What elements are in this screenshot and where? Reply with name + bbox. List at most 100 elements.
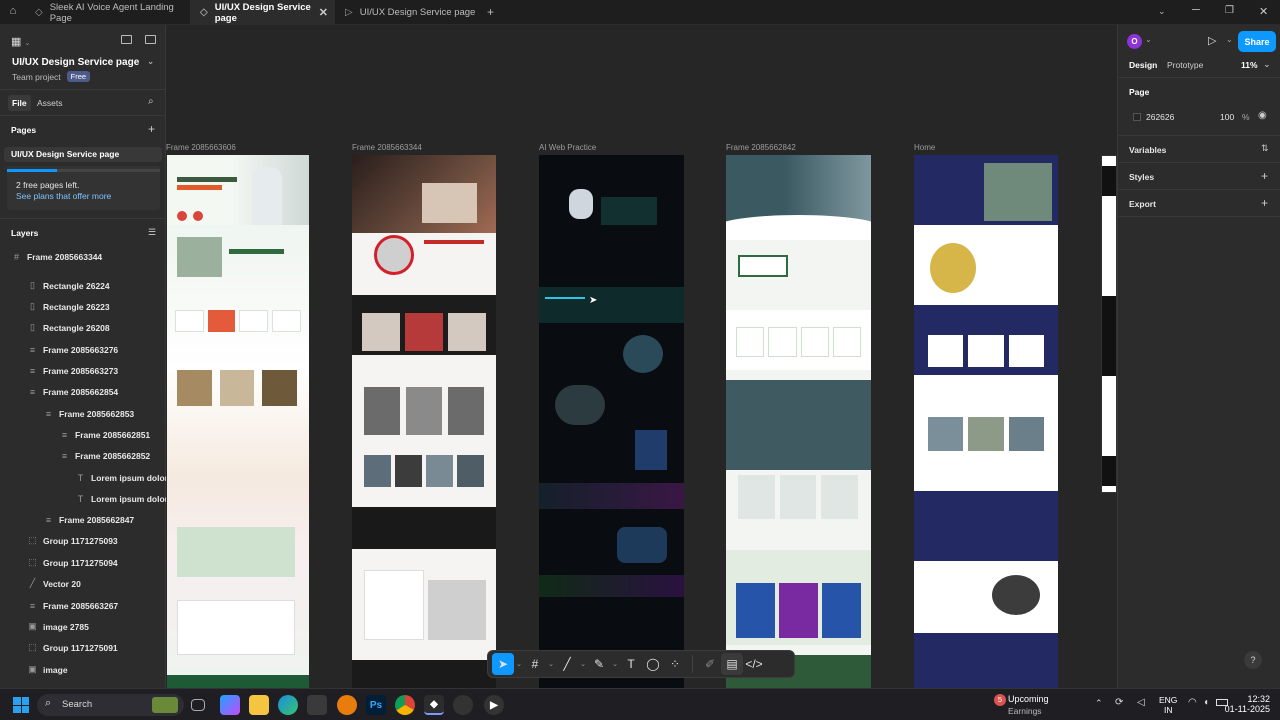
edge-icon[interactable]: [278, 695, 298, 715]
file-explorer-icon[interactable]: [249, 695, 269, 715]
draw-mode-icon[interactable]: ✐: [699, 653, 721, 675]
move-tool-icon[interactable]: ➤: [492, 653, 514, 675]
stock-widget[interactable]: 5 Upcoming Earnings: [990, 692, 1080, 718]
layer-item[interactable]: TLorem ipsum dolor sit: [76, 467, 180, 488]
layer-item[interactable]: ≡Frame 2085663267: [28, 595, 118, 616]
tab-sleek-ai[interactable]: ◇ Sleek AI Voice Agent Landing Page: [25, 0, 190, 25]
add-export-icon[interactable]: +: [1261, 196, 1268, 210]
layer-item[interactable]: #Frame 2085663344: [12, 246, 102, 267]
tab-prototype[interactable]: Prototype: [1167, 60, 1203, 70]
layers-list-icon[interactable]: ☰: [148, 227, 156, 238]
pen-tool-icon[interactable]: ✎: [588, 653, 610, 675]
taskbar-search[interactable]: ⌕ Search: [37, 694, 184, 716]
layer-item[interactable]: ≡Frame 2085662847: [44, 509, 134, 530]
eye-icon[interactable]: ◉: [1258, 110, 1267, 121]
chevron-up-icon[interactable]: ⌃: [1095, 698, 1103, 709]
layer-item[interactable]: ╱Vector 20: [28, 573, 81, 594]
add-style-icon[interactable]: +: [1261, 169, 1268, 183]
wifi-icon[interactable]: ◠: [1188, 697, 1197, 708]
layer-item[interactable]: ≡Frame 2085663273: [28, 360, 118, 381]
layer-item[interactable]: ≡Frame 2085662854: [28, 381, 118, 402]
actions-tool-icon[interactable]: ⁘: [664, 653, 686, 675]
frame-healthcare[interactable]: [726, 155, 871, 688]
comment-tool-icon[interactable]: ◯: [642, 653, 664, 675]
language-indicator[interactable]: ENG IN: [1159, 695, 1177, 715]
share-button[interactable]: Share: [1238, 31, 1276, 52]
window-close-icon[interactable]: ✕: [1259, 5, 1268, 18]
windows-start-icon[interactable]: [13, 697, 29, 713]
chevron-down-icon[interactable]: ⌄: [514, 660, 524, 668]
chevron-down-icon[interactable]: ⌄: [1145, 35, 1152, 44]
task-view-icon[interactable]: [191, 699, 205, 711]
color-swatch[interactable]: [1133, 113, 1141, 121]
canvas[interactable]: Frame 2085663606 Frame 2085663344 AI Web…: [166, 25, 1117, 688]
layer-item[interactable]: ▯Rectangle 26208: [28, 317, 110, 338]
layer-item[interactable]: ≡Frame 2085663276: [28, 339, 118, 360]
frame-label[interactable]: Frame 2085662842: [726, 143, 796, 152]
file-title[interactable]: UI/UX Design Service page ⌄: [12, 57, 154, 68]
sidebar-toggle-icon[interactable]: [145, 35, 156, 44]
panel-toggle-icon[interactable]: [121, 35, 132, 44]
volume-icon[interactable]: ◖: [1203, 697, 1209, 708]
network-activity-icon[interactable]: ⟳: [1115, 697, 1123, 708]
search-icon[interactable]: ⌕: [148, 96, 154, 107]
tab-design[interactable]: Design: [1129, 60, 1157, 70]
chevron-down-icon[interactable]: ⌄: [578, 660, 588, 668]
frame-windows-doors[interactable]: [352, 155, 496, 688]
frame-label[interactable]: AI Web Practice: [539, 143, 596, 152]
variables-settings-icon[interactable]: ⇅: [1261, 143, 1269, 154]
layer-item[interactable]: ≡Frame 2085662853: [44, 403, 134, 424]
blender-icon[interactable]: [337, 695, 357, 715]
help-icon[interactable]: ?: [1244, 651, 1262, 669]
see-plans-link[interactable]: See plans that offer more: [16, 191, 111, 201]
minimize-icon[interactable]: ─: [1192, 4, 1200, 16]
layer-item[interactable]: ≡Frame 2085662851: [60, 424, 150, 445]
design-mode-icon[interactable]: ▤: [721, 653, 743, 675]
layer-item[interactable]: ▯Rectangle 26224: [28, 275, 110, 296]
add-page-icon[interactable]: +: [148, 122, 155, 136]
chevron-down-icon[interactable]: ⌄: [1226, 35, 1233, 44]
new-tab-icon[interactable]: +: [487, 5, 494, 19]
tab-uiux-2[interactable]: ▷ UI/UX Design Service page: [335, 0, 480, 25]
store-icon[interactable]: [307, 695, 327, 715]
chevron-down-icon[interactable]: ⌄: [147, 57, 154, 68]
copilot-icon[interactable]: [220, 695, 240, 715]
bg-hex-input[interactable]: 262626: [1146, 112, 1174, 122]
chevron-down-icon[interactable]: ⌄: [1158, 6, 1166, 17]
photoshop-icon[interactable]: Ps: [366, 695, 386, 715]
page-item-current[interactable]: UI/UX Design Service page: [4, 147, 162, 162]
layer-item[interactable]: ≡Frame 2085662852: [60, 445, 150, 466]
frame-home[interactable]: [914, 155, 1058, 688]
tab-uiux-active[interactable]: ◇ UI/UX Design Service page ✕: [190, 0, 335, 25]
dev-mode-icon[interactable]: </>: [743, 653, 765, 675]
figma-icon[interactable]: ◆: [424, 695, 444, 715]
layer-item[interactable]: ▯Rectangle 26223: [28, 296, 110, 317]
page-fill-row[interactable]: 262626 100 % ◉: [1128, 109, 1271, 125]
obs-icon[interactable]: [453, 695, 473, 715]
layer-item[interactable]: TLorem ipsum dolor sit: [76, 488, 180, 509]
layer-item[interactable]: ⬚Group 1171275094: [28, 552, 118, 573]
frame-label[interactable]: Frame 2085663344: [352, 143, 422, 152]
frame-partial[interactable]: [1101, 155, 1117, 493]
frame-tool-icon[interactable]: #: [524, 653, 546, 675]
bg-opacity-input[interactable]: 100: [1220, 112, 1234, 122]
chrome-icon[interactable]: [395, 695, 415, 715]
zoom-level[interactable]: 11% ⌄: [1241, 60, 1270, 70]
volume-mute-icon[interactable]: ◁: [1137, 697, 1145, 708]
frame-label[interactable]: Home: [914, 143, 935, 152]
layer-item[interactable]: ▣image: [28, 659, 68, 680]
layer-item[interactable]: ▣image 2785: [28, 616, 89, 637]
text-tool-icon[interactable]: T: [620, 653, 642, 675]
frame-pest-control[interactable]: [167, 155, 309, 688]
media-player-icon[interactable]: ▶: [484, 695, 504, 715]
chevron-down-icon[interactable]: ⌄: [546, 660, 556, 668]
chevron-down-icon[interactable]: ⌄: [1264, 60, 1271, 70]
present-icon[interactable]: ▷: [1208, 34, 1216, 47]
chevron-down-icon[interactable]: ⌄: [610, 660, 620, 668]
avatar[interactable]: O: [1127, 34, 1142, 49]
frame-ai-web[interactable]: [539, 155, 684, 688]
maximize-icon[interactable]: ❐: [1225, 5, 1234, 16]
main-menu-icon[interactable]: ▦ ⌄: [11, 35, 30, 48]
home-icon[interactable]: ⌂: [6, 5, 20, 19]
layer-item[interactable]: ⬚Group 1171275091: [28, 637, 118, 658]
